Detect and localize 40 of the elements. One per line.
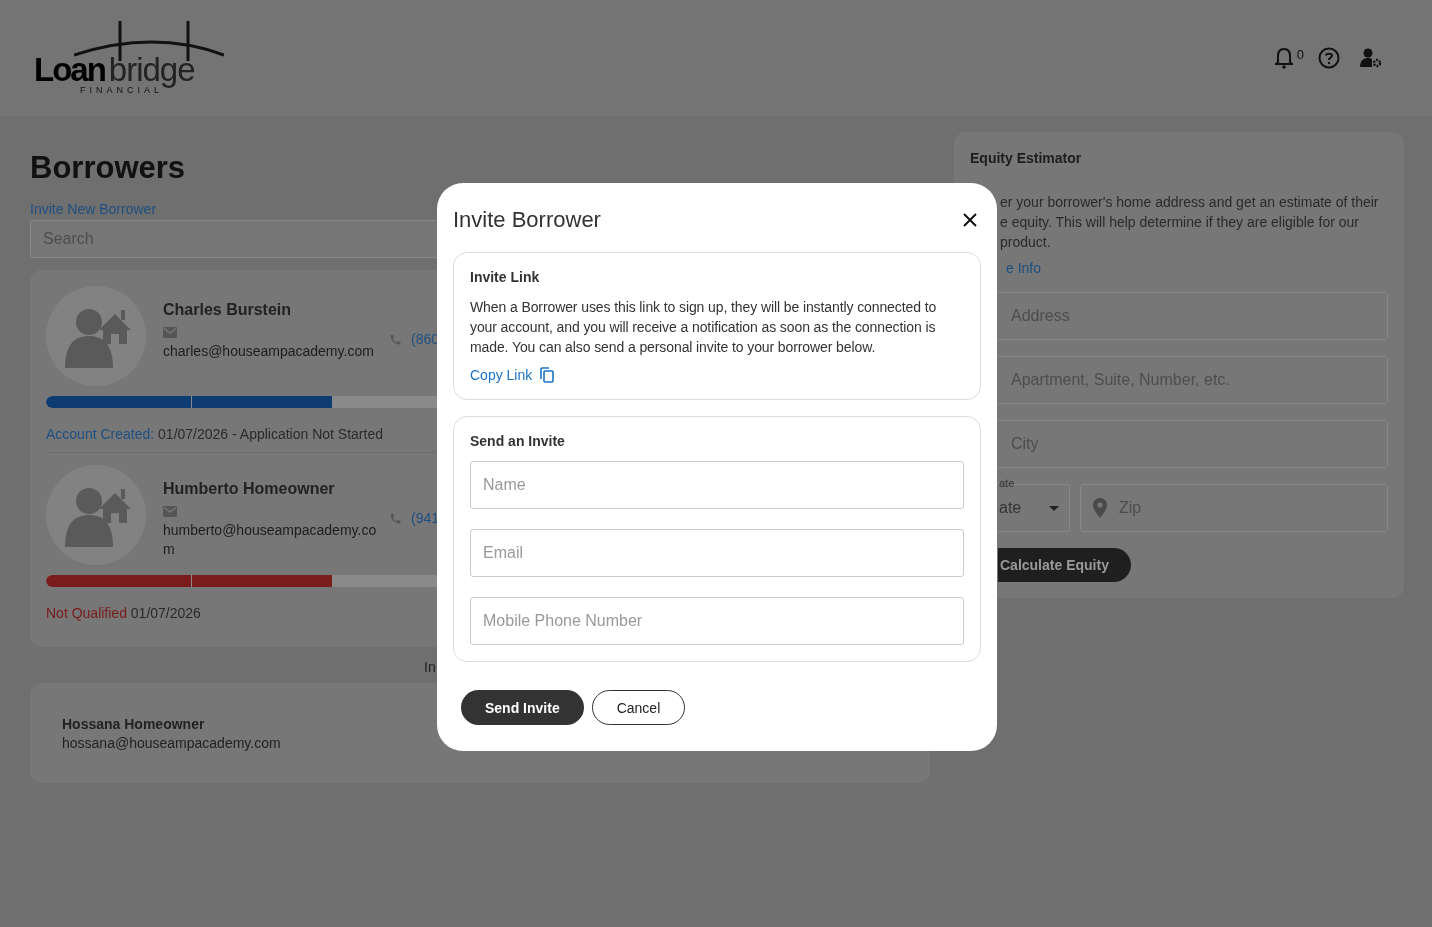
- card-title: Equity Estimator: [970, 150, 1083, 166]
- cancel-button[interactable]: Cancel: [591, 690, 686, 725]
- help-icon[interactable]: [1318, 47, 1340, 69]
- send-invite-button[interactable]: Send Invite: [461, 690, 584, 725]
- borrower-name[interactable]: Charles Burstein: [163, 301, 385, 319]
- copy-link-button[interactable]: Copy Link: [470, 367, 555, 383]
- borrower-email: humberto@houseampacademy.com: [163, 521, 378, 559]
- state-label: ate: [999, 477, 1015, 490]
- phone-icon: [389, 511, 402, 525]
- caret-icon: [1049, 505, 1060, 511]
- invitee-email: hossana@houseampacademy.com: [62, 735, 282, 751]
- input-field[interactable]: Mobile Phone Number: [470, 597, 964, 645]
- dialog-title: Invite Borrower: [453, 207, 601, 233]
- section-label: In: [424, 659, 437, 675]
- borrower-name[interactable]: Humberto Homeowner: [163, 480, 385, 498]
- description-text: er your borrower's home address and get an estimate of their: [999, 193, 1380, 212]
- description-text: e equity. This will help determine if they are eligible for our: [999, 213, 1360, 232]
- description-text: product.: [999, 233, 1052, 252]
- user-settings-icon[interactable]: [1360, 48, 1382, 68]
- borrower-status: Account Created: 01/07/2026 - Application Not Started: [46, 426, 383, 442]
- mail-icon: [163, 506, 177, 517]
- notification-count: 0: [1296, 47, 1304, 62]
- panel-title: Invite Link: [470, 269, 541, 285]
- close-icon[interactable]: [961, 211, 979, 229]
- input-field[interactable]: Name: [470, 461, 964, 509]
- mail-icon: [163, 327, 177, 338]
- calculate-equity-button[interactable]: Calculate Equity: [998, 548, 1131, 582]
- logo[interactable]: Loanbridge FINANCIAL: [34, 21, 226, 95]
- panel-title: Send an Invite: [470, 433, 566, 449]
- borrower-email: charles@houseampacademy.com: [163, 342, 375, 361]
- phone-icon: [389, 332, 402, 346]
- pin-icon: [1093, 498, 1107, 518]
- copy-icon: [540, 367, 555, 383]
- page-title: Borrowers: [30, 150, 187, 186]
- borrower-status: Not Qualified 01/07/2026: [46, 605, 201, 621]
- borrower-phone[interactable]: (941: [411, 510, 440, 526]
- input-field[interactable]: Email: [470, 529, 964, 577]
- bell-icon[interactable]: [1274, 47, 1293, 69]
- invite-link-text: When a Borrower uses this link to sign up, they will be instantly connected to your account, and you will receive a notification as soon as the connection is made. You can also send a personal invite to your borrower below.: [470, 298, 938, 357]
- invitee-name: Hossana Homeowner: [62, 716, 206, 732]
